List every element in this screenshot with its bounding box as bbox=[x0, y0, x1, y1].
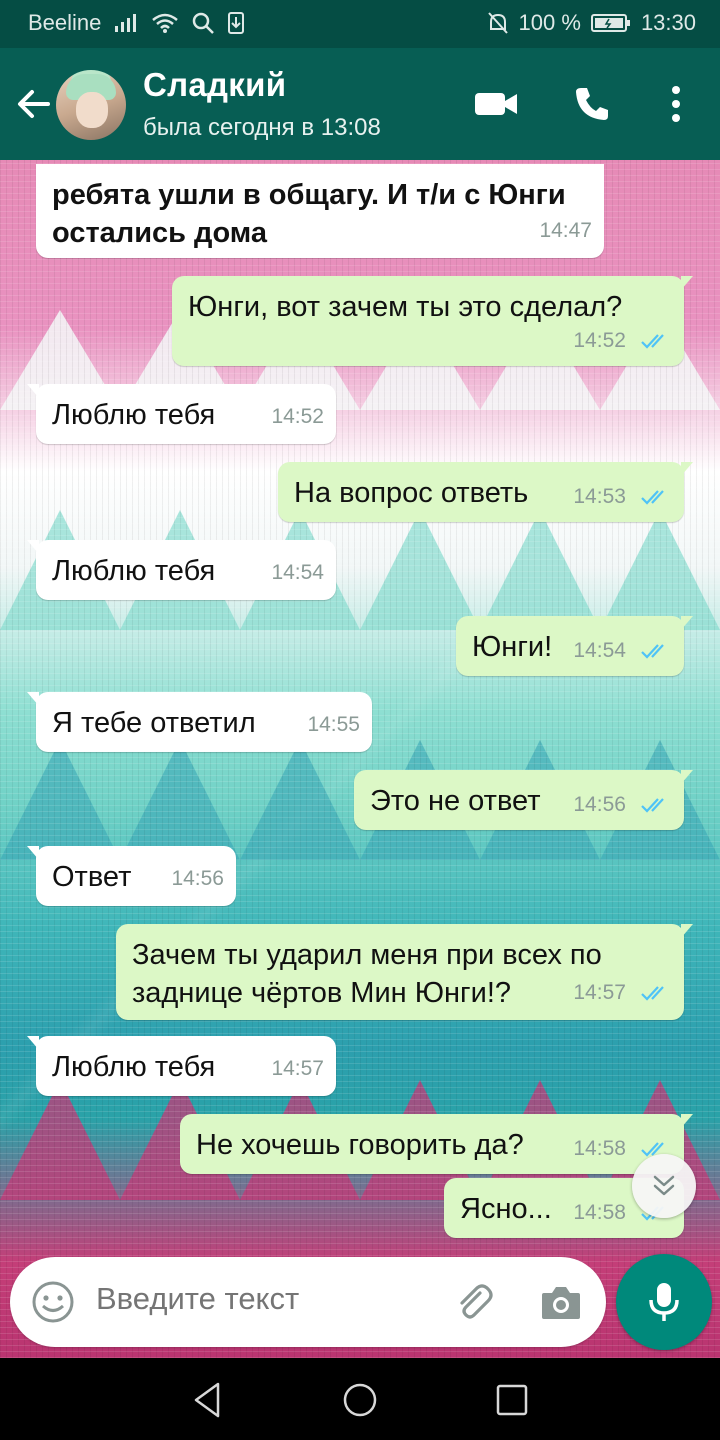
mute-icon bbox=[487, 11, 509, 35]
search-icon bbox=[191, 11, 215, 35]
voice-record-button[interactable] bbox=[616, 1254, 712, 1350]
message-text: Я тебе ответил bbox=[52, 707, 256, 739]
message-time: 14:47 bbox=[539, 219, 592, 242]
scroll-down-button[interactable] bbox=[632, 1154, 696, 1218]
read-ticks-icon bbox=[640, 632, 670, 670]
avatar[interactable] bbox=[56, 70, 126, 140]
emoji-icon[interactable] bbox=[30, 1279, 76, 1325]
status-bar: Beeline 100 % 13:30 bbox=[0, 0, 720, 48]
chat-header: Сладкий была сегодня в 13:08 bbox=[0, 48, 720, 160]
more-icon[interactable] bbox=[652, 80, 700, 128]
message-time: 14:54 bbox=[573, 639, 626, 662]
message-incoming[interactable]: Люблю тебя 14:57 bbox=[27, 1036, 336, 1096]
message-text: Люблю тебя bbox=[52, 555, 216, 587]
chat-area[interactable]: ребята ушли в общагу. И т/и с Юнги остал… bbox=[0, 160, 720, 1358]
message-time: 14:52 bbox=[573, 329, 626, 352]
read-ticks-icon bbox=[640, 478, 670, 516]
message-time: 14:52 bbox=[271, 405, 324, 428]
message-time: 14:57 bbox=[573, 981, 626, 1004]
message-outgoing[interactable]: На вопрос ответь 14:53 bbox=[278, 462, 693, 522]
message-composer bbox=[10, 1257, 606, 1347]
message-input[interactable] bbox=[96, 1281, 426, 1317]
message-outgoing[interactable]: Зачем ты ударил меня при всех по заднице… bbox=[116, 924, 693, 1020]
message-text: Люблю тебя bbox=[52, 399, 216, 431]
nav-back-icon[interactable] bbox=[186, 1378, 230, 1422]
message-time: 14:53 bbox=[573, 485, 626, 508]
message-incoming[interactable]: Люблю тебя 14:54 bbox=[27, 540, 336, 600]
message-time: 14:58 bbox=[573, 1137, 626, 1160]
message-text: Ответ bbox=[52, 861, 132, 893]
message-outgoing[interactable]: Юнги, вот зачем ты это сделал? 14:52 bbox=[172, 276, 693, 366]
message-incoming[interactable]: Люблю тебя 14:52 bbox=[27, 384, 336, 444]
message-text: Ясно... bbox=[460, 1193, 552, 1225]
message-text: Это не ответ bbox=[370, 785, 541, 817]
nav-recents-icon[interactable] bbox=[490, 1378, 534, 1422]
system-navigation-bar bbox=[0, 1358, 720, 1440]
read-ticks-icon bbox=[640, 786, 670, 824]
clock: 13:30 bbox=[640, 10, 696, 35]
download-icon bbox=[227, 11, 245, 35]
message-time: 14:55 bbox=[307, 713, 360, 736]
message-text: ребята ушли в общагу. И т/и с Юнги остал… bbox=[52, 179, 566, 249]
message-time: 14:54 bbox=[271, 561, 324, 584]
battery-percent: 100 % bbox=[518, 10, 581, 35]
battery-icon bbox=[590, 12, 631, 34]
attach-icon[interactable] bbox=[450, 1279, 496, 1325]
double-chevron-down-icon bbox=[653, 1175, 675, 1196]
message-outgoing[interactable]: Юнги! 14:54 bbox=[456, 616, 693, 676]
message-text: Юнги! bbox=[472, 631, 553, 663]
back-arrow-icon[interactable] bbox=[14, 84, 54, 124]
read-ticks-icon bbox=[640, 322, 670, 360]
message-text: На вопрос ответь bbox=[294, 477, 529, 509]
camera-icon[interactable] bbox=[538, 1279, 584, 1325]
read-ticks-icon bbox=[640, 974, 670, 1012]
message-text: Люблю тебя bbox=[52, 1051, 216, 1083]
signal-icon bbox=[113, 12, 139, 34]
message-incoming[interactable]: Я тебе ответил 14:55 bbox=[27, 692, 372, 752]
message-time: 14:56 bbox=[171, 867, 224, 890]
message-outgoing[interactable]: Не хочешь говорить да? 14:58 bbox=[180, 1114, 693, 1174]
message-incoming[interactable]: Ответ 14:56 bbox=[27, 846, 236, 906]
message-time: 14:56 bbox=[573, 793, 626, 816]
contact-name[interactable]: Сладкий bbox=[143, 66, 286, 104]
carrier-label: Beeline bbox=[28, 10, 102, 35]
message-incoming[interactable]: ребята ушли в общагу. И т/и с Юнги остал… bbox=[36, 164, 604, 258]
phone-icon[interactable] bbox=[568, 80, 616, 128]
mic-icon bbox=[649, 1283, 679, 1321]
message-outgoing[interactable]: Это не ответ 14:56 bbox=[354, 770, 693, 830]
contact-last-seen[interactable]: была сегодня в 13:08 bbox=[143, 114, 381, 142]
nav-home-icon[interactable] bbox=[338, 1378, 382, 1422]
video-call-icon[interactable] bbox=[472, 80, 520, 128]
wifi-icon bbox=[151, 12, 179, 34]
message-text: Не хочешь говорить да? bbox=[196, 1129, 524, 1161]
message-time: 14:57 bbox=[271, 1057, 324, 1080]
message-time: 14:58 bbox=[573, 1201, 626, 1224]
